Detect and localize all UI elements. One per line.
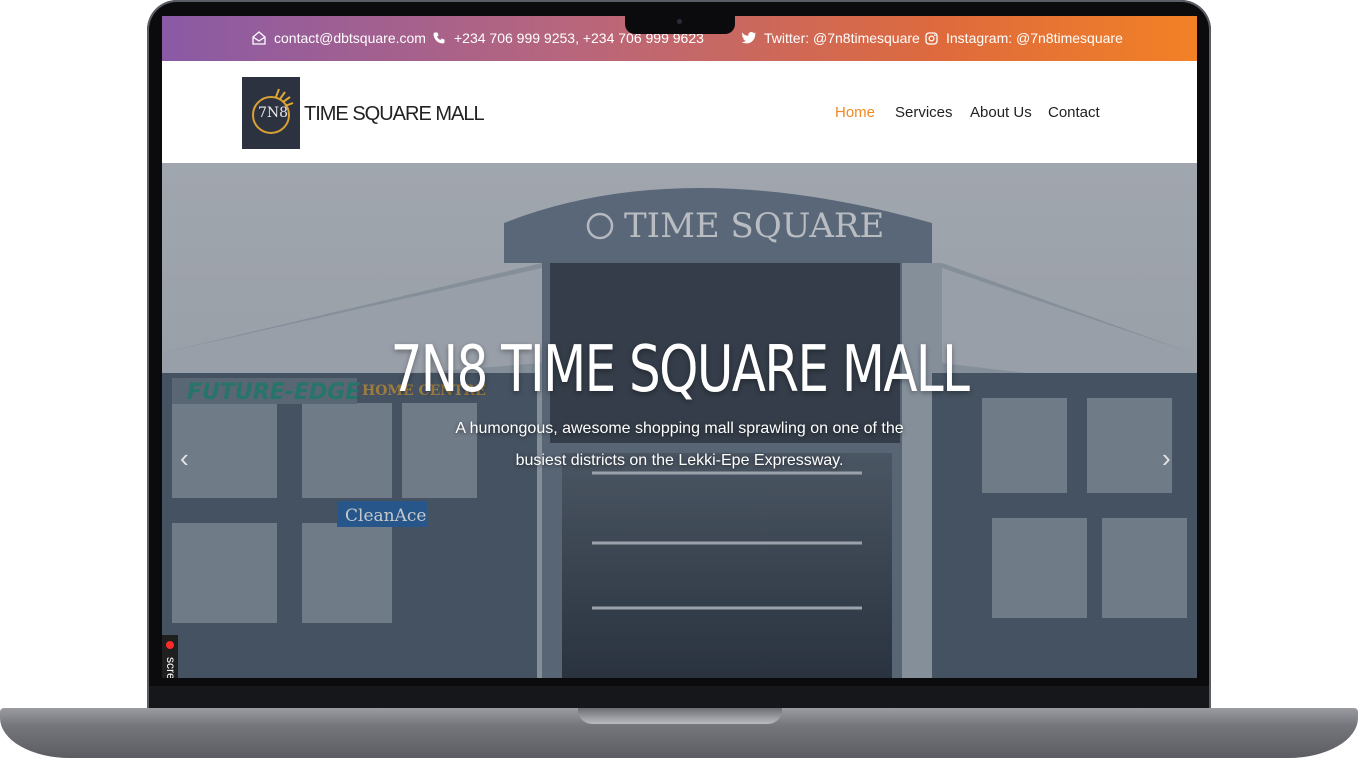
nav-about[interactable]: About Us <box>970 104 1032 121</box>
email-contact[interactable]: contact@dbtsquare.com <box>252 30 426 46</box>
instagram-icon <box>924 31 938 45</box>
screenrec-label: screenrec <box>164 657 178 678</box>
screenrec-overlay[interactable]: screenrec <box>162 635 178 678</box>
instagram-link[interactable]: Instagram: @7n8timesquare <box>924 30 1123 46</box>
laptop-chin <box>149 686 1209 708</box>
brand-logo[interactable]: 7N8 <box>242 77 300 149</box>
nav-contact[interactable]: Contact <box>1048 104 1100 121</box>
brand-name[interactable]: TIME SQUARE MALL <box>304 103 485 126</box>
chevron-right-icon[interactable]: › <box>1162 443 1171 474</box>
main-navbar: 7N8 TIME SQUARE MALL Home Services About… <box>162 61 1197 163</box>
nav-home[interactable]: Home <box>835 104 875 121</box>
twitter-link[interactable]: Twitter: @7n8timesquare <box>742 30 920 46</box>
svg-text:7N8: 7N8 <box>258 105 288 121</box>
chevron-left-icon[interactable]: ‹ <box>180 443 189 474</box>
record-dot-icon <box>166 641 174 649</box>
nav-services[interactable]: Services <box>895 104 953 121</box>
camera-icon <box>677 19 682 24</box>
instagram-text: Instagram: @7n8timesquare <box>946 30 1123 46</box>
twitter-text: Twitter: @7n8timesquare <box>764 30 920 46</box>
hero-title: 7N8 TIME SQUARE MALL <box>390 333 970 407</box>
hero-slider: FUTURE-EDGE HOME CENTRE CleanAce TIME SQ… <box>162 163 1197 678</box>
browser-screen: contact@dbtsquare.com +234 706 999 9253,… <box>162 16 1197 678</box>
laptop-opening-groove <box>578 708 782 724</box>
camera-notch <box>625 14 735 34</box>
twitter-icon <box>742 31 756 45</box>
hero-subtitle: A humongous, awesome shopping mall spraw… <box>455 420 904 469</box>
email-text: contact@dbtsquare.com <box>274 30 426 46</box>
envelope-icon <box>252 31 266 45</box>
phone-icon <box>432 31 446 45</box>
